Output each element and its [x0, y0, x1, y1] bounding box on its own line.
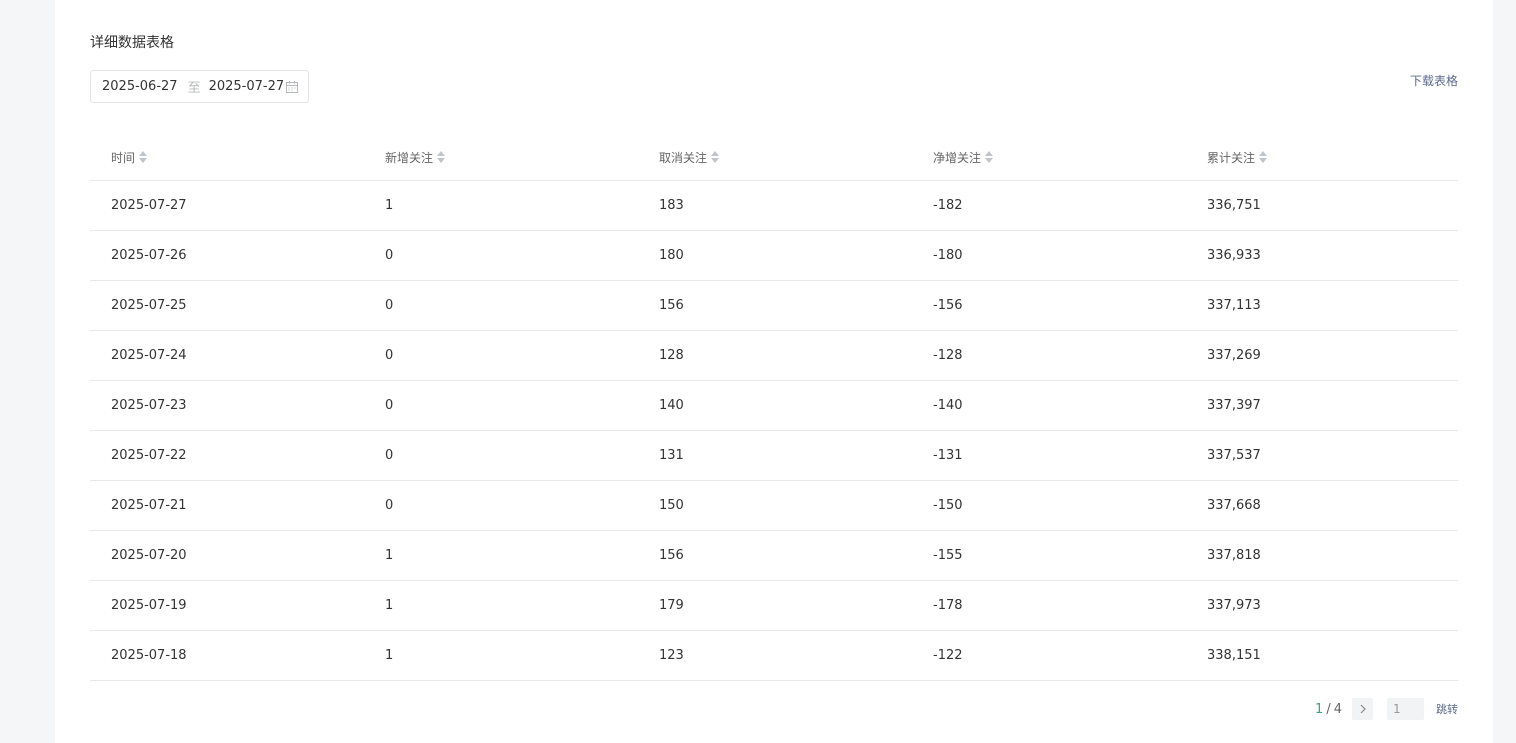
table-cell: 336,933	[1207, 248, 1261, 263]
column-header-new-follows[interactable]: 新增关注	[364, 149, 638, 166]
table-cell: 337,973	[1207, 598, 1261, 613]
start-date[interactable]: 2025-06-27	[102, 79, 178, 94]
column-header-net-follows[interactable]: 净增关注	[912, 149, 1186, 166]
table-cell: 2025-07-23	[111, 398, 187, 413]
chevron-right-icon	[1360, 704, 1366, 714]
table-cell: 2025-07-27	[111, 198, 187, 213]
table-cell: 131	[659, 448, 684, 463]
table-cell: 2025-07-22	[111, 448, 187, 463]
table-cell: -155	[933, 548, 963, 563]
table-cell: 140	[659, 398, 684, 413]
page-separator: /	[1326, 701, 1331, 717]
table-cell: 0	[385, 448, 394, 463]
table-cell: 0	[385, 248, 394, 263]
table-row: 2025-07-19 1 179 -178 337,973	[90, 581, 1458, 631]
table-cell: 0	[385, 398, 394, 413]
next-page-button[interactable]	[1352, 698, 1373, 720]
table-cell: 1	[385, 598, 394, 613]
column-header-time[interactable]: 时间	[90, 149, 364, 166]
table-cell: 179	[659, 598, 684, 613]
table-cell: 128	[659, 348, 684, 363]
table-row: 2025-07-23 0 140 -140 337,397	[90, 381, 1458, 431]
sort-icon[interactable]	[711, 151, 720, 163]
table-cell: 0	[385, 298, 394, 313]
table-cell: 156	[659, 548, 684, 563]
column-header-unfollows[interactable]: 取消关注	[638, 149, 912, 166]
table-cell: -131	[933, 448, 963, 463]
current-page: 1	[1315, 701, 1324, 717]
data-table: 时间 新增关注 取消关注 净增关注 累计关注 2025-07-27 1 183 -18…	[90, 134, 1458, 681]
date-separator: 至	[187, 81, 201, 96]
table-cell: 2025-07-18	[111, 648, 187, 663]
table-row: 2025-07-22 0 131 -131 337,537	[90, 431, 1458, 481]
table-cell: 1	[385, 648, 394, 663]
table-cell: -182	[933, 198, 963, 213]
table-cell: 0	[385, 348, 394, 363]
sort-icon[interactable]	[1259, 151, 1268, 163]
table-cell: 180	[659, 248, 684, 263]
table-cell: -180	[933, 248, 963, 263]
sort-icon[interactable]	[139, 151, 148, 163]
table-cell: 1	[385, 548, 394, 563]
table-cell: 336,751	[1207, 198, 1261, 213]
table-cell: 337,269	[1207, 348, 1261, 363]
table-cell: 2025-07-26	[111, 248, 187, 263]
table-cell: 337,668	[1207, 498, 1261, 513]
page-jump-input[interactable]	[1387, 698, 1424, 720]
sort-icon[interactable]	[985, 151, 994, 163]
table-row: 2025-07-18 1 123 -122 338,151	[90, 631, 1458, 681]
table-cell: -140	[933, 398, 963, 413]
table-cell: 183	[659, 198, 684, 213]
table-cell: 2025-07-21	[111, 498, 187, 513]
table-row: 2025-07-20 1 156 -155 337,818	[90, 531, 1458, 581]
table-row: 2025-07-26 0 180 -180 336,933	[90, 231, 1458, 281]
table-cell: -178	[933, 598, 963, 613]
download-table-link[interactable]: 下载表格	[1410, 72, 1458, 89]
table-cell: 156	[659, 298, 684, 313]
table-row: 2025-07-27 1 183 -182 336,751	[90, 181, 1458, 231]
table-cell: -150	[933, 498, 963, 513]
table-cell: 2025-07-20	[111, 548, 187, 563]
date-range-picker[interactable]: 2025-06-27 至 2025-07-27	[90, 70, 309, 103]
end-date[interactable]: 2025-07-27	[209, 79, 285, 94]
table-cell: 337,818	[1207, 548, 1261, 563]
table-cell: -122	[933, 648, 963, 663]
table-cell: 337,113	[1207, 298, 1261, 313]
table-cell: -156	[933, 298, 963, 313]
table-cell: 2025-07-19	[111, 598, 187, 613]
jump-button[interactable]: 跳转	[1436, 701, 1458, 717]
column-header-total-follows[interactable]: 累计关注	[1186, 149, 1458, 166]
table-cell: 1	[385, 198, 394, 213]
table-row: 2025-07-25 0 156 -156 337,113	[90, 281, 1458, 331]
table-cell: 0	[385, 498, 394, 513]
table-cell: -128	[933, 348, 963, 363]
table-cell: 337,397	[1207, 398, 1261, 413]
table-row: 2025-07-24 0 128 -128 337,269	[90, 331, 1458, 381]
table-cell: 338,151	[1207, 648, 1261, 663]
table-cell: 337,537	[1207, 448, 1261, 463]
section-title: 详细数据表格	[90, 35, 174, 51]
data-card: 详细数据表格 2025-06-27 至 2025-07-27 下载表格 时间 新…	[55, 0, 1493, 743]
table-cell: 2025-07-25	[111, 298, 187, 313]
sort-icon[interactable]	[437, 151, 446, 163]
table-row: 2025-07-21 0 150 -150 337,668	[90, 481, 1458, 531]
table-cell: 123	[659, 648, 684, 663]
table-cell: 2025-07-24	[111, 348, 187, 363]
table-header: 时间 新增关注 取消关注 净增关注 累计关注	[90, 134, 1458, 181]
pagination: 1 / 4 跳转	[1315, 698, 1458, 720]
total-pages: 4	[1333, 701, 1342, 717]
calendar-icon	[286, 81, 298, 93]
table-cell: 150	[659, 498, 684, 513]
table-body: 2025-07-27 1 183 -182 336,751 2025-07-26 0 180 -…	[90, 181, 1458, 681]
